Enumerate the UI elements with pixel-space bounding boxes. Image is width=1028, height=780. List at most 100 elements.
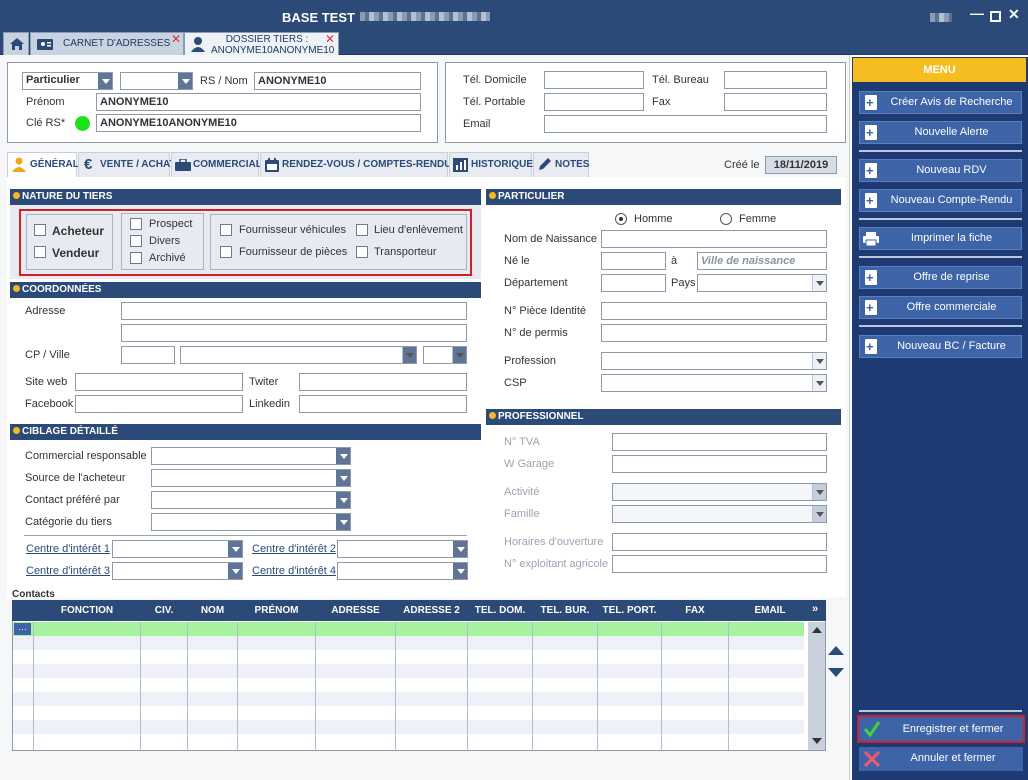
contact-select[interactable]	[151, 491, 351, 509]
tab-general[interactable]: GÉNÉRAL	[7, 152, 79, 177]
imprimer-fiche-button[interactable]: Imprimer la fiche	[859, 227, 1022, 250]
centre-interet-2-select[interactable]	[337, 540, 468, 558]
divers-checkbox[interactable]	[130, 235, 142, 247]
col-tel-dom[interactable]: TEL. DOM.	[468, 600, 532, 621]
exploitant-input[interactable]	[612, 555, 827, 573]
twitter-input[interactable]	[299, 373, 467, 391]
offre-reprise-button[interactable]: Offre de reprise	[859, 266, 1022, 289]
tel-bureau-input[interactable]	[724, 71, 827, 89]
tab-carnet-adresses[interactable]: CARNET D'ADRESSES ✕	[30, 32, 184, 55]
col-adresse-2[interactable]: ADRESSE 2	[396, 600, 467, 621]
tab-close-icon[interactable]: ✕	[325, 32, 335, 46]
famille-select[interactable]	[612, 505, 827, 523]
horaires-input[interactable]	[612, 533, 827, 551]
tel-portable-input[interactable]	[544, 93, 644, 111]
activite-select[interactable]	[612, 483, 827, 501]
transporteur-checkbox[interactable]	[356, 246, 368, 258]
col-nom[interactable]: NOM	[188, 600, 237, 621]
adresse-input-2[interactable]	[121, 324, 467, 342]
permis-input[interactable]	[601, 324, 827, 342]
grid-row[interactable]	[13, 664, 804, 678]
nouvelle-alerte-button[interactable]: Nouvelle Alerte	[859, 121, 1022, 144]
site-web-input[interactable]	[75, 373, 243, 391]
centre-interet-3-select[interactable]	[112, 562, 243, 580]
grid-row[interactable]	[13, 636, 804, 650]
tab-commercial[interactable]: COMMERCIAL	[171, 152, 262, 177]
garage-input[interactable]	[612, 455, 827, 473]
femme-radio[interactable]	[720, 213, 732, 225]
maximize-icon[interactable]	[990, 11, 1001, 22]
commercial-select[interactable]	[151, 447, 351, 465]
nouveau-rdv-button[interactable]: Nouveau RDV	[859, 159, 1022, 182]
archive-checkbox[interactable]	[130, 252, 142, 264]
col-fonction[interactable]: FONCTION	[34, 600, 140, 621]
pays-select[interactable]	[697, 274, 827, 292]
grid-row[interactable]	[13, 692, 804, 706]
nouveau-bc-facture-button[interactable]: Nouveau BC / Facture	[859, 335, 1022, 358]
date-naissance-input[interactable]	[601, 252, 666, 270]
departement-input[interactable]	[601, 274, 666, 292]
pays-code-select[interactable]	[423, 346, 467, 364]
cle-rs-input[interactable]: ANONYME10ANONYME10	[96, 114, 421, 132]
move-down-icon[interactable]	[828, 668, 844, 677]
prenom-input[interactable]: ANONYME10	[96, 93, 421, 111]
ville-select[interactable]	[180, 346, 417, 364]
facebook-input[interactable]	[75, 395, 243, 413]
tel-domicile-input[interactable]	[544, 71, 644, 89]
source-select[interactable]	[151, 469, 351, 487]
nouveau-compte-rendu-button[interactable]: Nouveau Compte-Rendu	[859, 189, 1022, 212]
tab-home[interactable]	[3, 32, 29, 55]
prospect-checkbox[interactable]	[130, 218, 142, 230]
move-up-icon[interactable]	[828, 646, 844, 655]
piece-identite-input[interactable]	[601, 302, 827, 320]
minimize-icon[interactable]: —	[970, 5, 984, 21]
ville-naissance-input[interactable]: Ville de naissance	[697, 252, 827, 270]
categorie-select[interactable]	[151, 513, 351, 531]
fax-input[interactable]	[724, 93, 827, 111]
type-select[interactable]: Particulier	[22, 72, 113, 90]
adresse-input-1[interactable]	[121, 302, 467, 320]
centre-interet-4-select[interactable]	[337, 562, 468, 580]
col-prenom[interactable]: PRÉNOM	[238, 600, 315, 621]
acheteur-checkbox[interactable]	[34, 224, 46, 236]
tab-close-icon[interactable]: ✕	[171, 32, 181, 46]
col-email[interactable]: EMAIL	[729, 600, 811, 621]
homme-radio[interactable]	[615, 213, 627, 225]
enregistrer-fermer-button[interactable]: Enregistrer et fermer	[857, 715, 1025, 743]
centre-interet-2-link[interactable]: Centre d'intérêt 2	[252, 543, 336, 555]
scroll-up-icon[interactable]	[812, 627, 822, 633]
col-adresse[interactable]: ADRESSE	[316, 600, 395, 621]
lieu-enlevement-checkbox[interactable]	[356, 224, 368, 236]
creer-avis-button[interactable]: Créer Avis de Recherche	[859, 91, 1022, 114]
scroll-down-icon[interactable]	[812, 738, 822, 744]
centre-interet-3-link[interactable]: Centre d'intérêt 3	[26, 565, 110, 577]
csp-select[interactable]	[601, 374, 827, 392]
tab-dossier-tiers[interactable]: DOSSIER TIERS : ANONYME10ANONYME10 ✕	[184, 32, 339, 56]
tab-historique[interactable]: HISTORIQUE	[449, 152, 533, 177]
col-fax[interactable]: FAX	[662, 600, 728, 621]
nom-naissance-input[interactable]	[601, 230, 827, 248]
fournisseur-pieces-checkbox[interactable]	[220, 246, 232, 258]
grid-row-selected[interactable]	[13, 622, 804, 636]
centre-interet-1-link[interactable]: Centre d'intérêt 1	[26, 543, 110, 555]
col-tel-port[interactable]: TEL. PORT.	[598, 600, 661, 621]
col-civ[interactable]: CIV.	[141, 600, 187, 621]
email-input[interactable]	[544, 115, 827, 133]
vendeur-checkbox[interactable]	[34, 246, 46, 258]
grid-row[interactable]	[13, 720, 804, 734]
tva-input[interactable]	[612, 433, 827, 451]
tab-rendez-vous[interactable]: RENDEZ-VOUS / COMPTES-RENDUS	[260, 152, 458, 177]
centre-interet-4-link[interactable]: Centre d'intérêt 4	[252, 565, 336, 577]
close-icon[interactable]: ✕	[1008, 6, 1020, 23]
tab-notes[interactable]: NOTES	[533, 152, 589, 177]
centre-interet-1-select[interactable]	[112, 540, 243, 558]
chevrons-down-icon[interactable]: »	[812, 603, 818, 615]
profession-select[interactable]	[601, 352, 827, 370]
offre-commerciale-button[interactable]: Offre commerciale	[859, 296, 1022, 319]
col-tel-bur[interactable]: TEL. BUR.	[533, 600, 597, 621]
cp-input[interactable]	[121, 346, 175, 364]
linkedin-input[interactable]	[299, 395, 467, 413]
fournisseur-vehicules-checkbox[interactable]	[220, 224, 232, 236]
civility-select[interactable]	[120, 72, 193, 90]
tab-vente-achat[interactable]: € VENTE / ACHAT	[78, 152, 176, 177]
